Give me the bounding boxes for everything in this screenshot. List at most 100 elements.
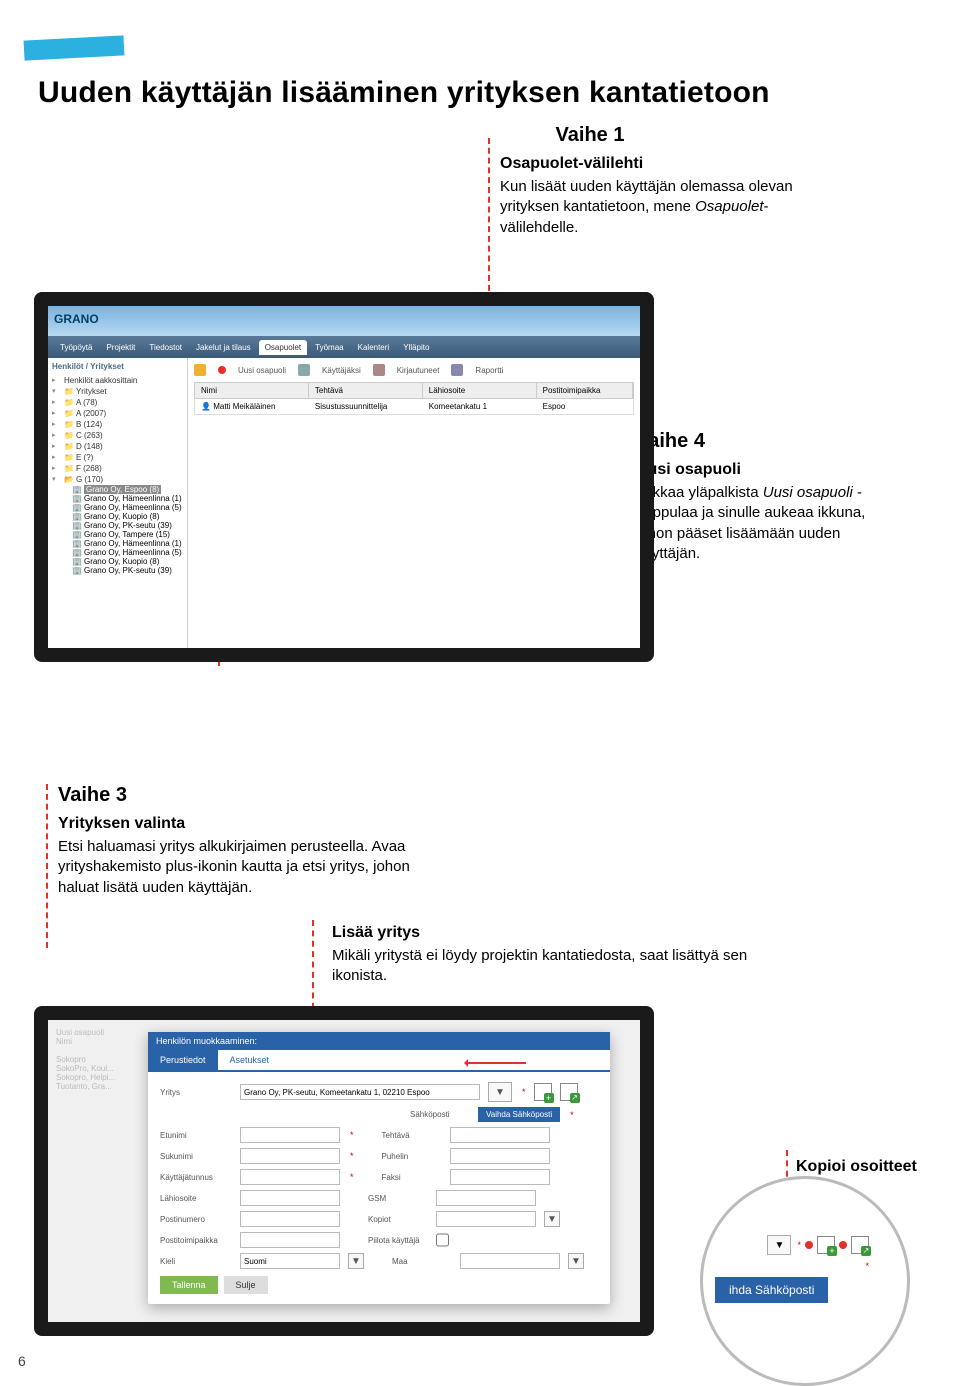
checkbox-piilota[interactable] (436, 1232, 449, 1248)
tree-letter[interactable]: 📁B (124) (52, 419, 183, 430)
input-yritys[interactable] (240, 1084, 480, 1100)
tab-asetukset[interactable]: Asetukset (218, 1050, 282, 1070)
required-star: * (865, 1261, 869, 1271)
change-email-button-zoom[interactable]: ihda Sähköposti (715, 1277, 828, 1303)
new-party-icon[interactable] (194, 364, 206, 376)
input-kayttajatunnus[interactable] (240, 1169, 340, 1185)
copy-address-icon[interactable] (851, 1236, 869, 1254)
tree-root[interactable]: 📁Yritykset (52, 386, 183, 397)
arrow-icon (466, 1062, 526, 1064)
input-kopiot[interactable] (436, 1211, 536, 1227)
input-sukunimi[interactable] (240, 1148, 340, 1164)
step4-heading: Uusi osapuoli (636, 461, 896, 479)
add-company-icon[interactable] (534, 1083, 552, 1101)
input-kieli[interactable] (240, 1253, 340, 1269)
nav-tab[interactable]: Työpöytä (54, 340, 98, 355)
tab-perustiedot[interactable]: Perustiedot (148, 1050, 218, 1070)
nav-bar: Työpöytä Projektit Tiedostot Jakelut ja … (48, 336, 640, 358)
tree-company[interactable]: 🏢Grano Oy, PK-seutu (39) (72, 521, 183, 530)
tree-company[interactable]: 🏢Grano Oy, PK-seutu (39) (72, 566, 183, 575)
save-button[interactable]: Tallenna (160, 1276, 218, 1294)
label-faksi: Faksi (382, 1173, 442, 1182)
grid-row[interactable]: 👤 Matti Meikäläinen Sisustussuunnittelij… (194, 399, 634, 415)
label-piilota: Piilota käyttäjä (368, 1236, 428, 1245)
label-kayttajatunnus: Käyttäjätunnus (160, 1173, 232, 1182)
modal-body: Yritys ▼ * Sähköposti Vaihda Sähköposti … (148, 1072, 610, 1284)
nav-tab[interactable]: Kalenteri (352, 340, 396, 355)
callout-copy-addresses: Kopioi osoitteet (796, 1158, 946, 1176)
tree-children: 🏢Grano Oy, Espoo (8) 🏢Grano Oy, Hämeenli… (52, 485, 183, 575)
input-lahiosoite[interactable] (240, 1190, 340, 1206)
tree-letter[interactable]: 📁A (2007) (52, 408, 183, 419)
close-button[interactable]: Sulje (224, 1276, 268, 1294)
page-number: 6 (18, 1353, 26, 1369)
label-puhelin: Puhelin (382, 1152, 442, 1161)
input-tehtava[interactable] (450, 1127, 550, 1143)
tree-letter[interactable]: 📁F (268) (52, 463, 183, 474)
input-puhelin[interactable] (450, 1148, 550, 1164)
accent-bar (24, 35, 125, 60)
toolbar-icon[interactable] (451, 364, 463, 376)
nav-tab[interactable]: Työmaa (309, 340, 349, 355)
label-maa: Maa (392, 1257, 452, 1266)
toolbar-icon[interactable] (373, 364, 385, 376)
change-email-button[interactable]: Vaihda Sähköposti (478, 1107, 560, 1122)
step1-label: Vaihe 1 (350, 124, 830, 147)
dropdown-icon[interactable]: ▼ (568, 1253, 584, 1269)
label-kieli: Kieli (160, 1257, 232, 1266)
tree-letter[interactable]: 📁E (?) (52, 452, 183, 463)
nav-tab[interactable]: Projektit (100, 340, 141, 355)
tree-link[interactable]: Henkilöt aakkosittain (52, 375, 183, 386)
modal-tabs: Perustiedot Asetukset (148, 1050, 610, 1072)
tree-company[interactable]: 🏢Grano Oy, Hämeenlinna (5) (72, 548, 183, 557)
add-company-heading: Lisää yritys (332, 924, 792, 942)
toolbar-item[interactable]: Kirjautuneet (397, 366, 440, 375)
label-lahiosoite: Lähiosoite (160, 1194, 232, 1203)
company-tree-panel: Henkilöt / Yritykset Henkilöt aakkositta… (48, 358, 188, 648)
input-faksi[interactable] (450, 1169, 550, 1185)
required-star: * (797, 1240, 801, 1250)
toolbar-item[interactable]: Uusi osapuoli (238, 366, 286, 375)
tree-company[interactable]: 🏢Grano Oy, Tampere (15) (72, 530, 183, 539)
toolbar-item[interactable]: Käyttäjäksi (322, 366, 361, 375)
dashed-connector (46, 784, 48, 948)
app-header: GRANO (48, 306, 640, 336)
input-postinumero[interactable] (240, 1211, 340, 1227)
add-company-icon[interactable] (817, 1236, 835, 1254)
add-company-body: Mikäli yritystä ei löydy projektin kanta… (332, 946, 792, 987)
nav-tab[interactable]: Tiedostot (143, 340, 188, 355)
tree-company[interactable]: 🏢Grano Oy, Hämeenlinna (1) (72, 539, 183, 548)
dropdown-icon[interactable]: ▼ (488, 1082, 512, 1102)
input-postitoimipaikka[interactable] (240, 1232, 340, 1248)
nav-tab[interactable]: Jakelut ja tilaus (190, 340, 257, 355)
label-gsm: GSM (368, 1194, 428, 1203)
step4-label: Vaihe 4 (636, 430, 896, 453)
marker-dot (839, 1241, 847, 1249)
tree-company[interactable]: 🏢Grano Oy, Kuopio (8) (72, 512, 183, 521)
input-etunimi[interactable] (240, 1127, 340, 1143)
nav-tab[interactable]: Ylläpito (397, 340, 435, 355)
tree-company[interactable]: 🏢Grano Oy, Kuopio (8) (72, 557, 183, 566)
toolbar-icon[interactable] (298, 364, 310, 376)
screenshot-2: Uusi osapuoli Nimi Sokopro SokoPro, Koul… (48, 1020, 640, 1322)
callout-step-4: Vaihe 4 Uusi osapuoli Klikkaa yläpalkist… (636, 430, 896, 564)
input-maa[interactable] (460, 1253, 560, 1269)
tree-letter[interactable]: 📁A (78) (52, 397, 183, 408)
toolbar-item[interactable]: Raportti (475, 366, 503, 375)
tree-letter[interactable]: 📁D (148) (52, 441, 183, 452)
screenshot-2-frame: Uusi osapuoli Nimi Sokopro SokoPro, Koul… (34, 1006, 654, 1336)
dropdown-icon[interactable]: ▼ (767, 1235, 791, 1255)
dropdown-icon[interactable]: ▼ (348, 1253, 364, 1269)
tree-company[interactable]: 🏢Grano Oy, Espoo (8) (72, 485, 183, 494)
tree-company[interactable]: 🏢Grano Oy, Hämeenlinna (1) (72, 494, 183, 503)
label-yritys: Yritys (160, 1088, 232, 1097)
dropdown-icon[interactable]: ▼ (544, 1211, 560, 1227)
input-gsm[interactable] (436, 1190, 536, 1206)
tree-letter-open[interactable]: 📂G (170) (52, 474, 183, 485)
nav-tab-osapuolet[interactable]: Osapuolet (259, 340, 307, 355)
tree-letter[interactable]: 📁C (263) (52, 430, 183, 441)
copy-address-icon[interactable] (560, 1083, 578, 1101)
tree-company[interactable]: 🏢Grano Oy, Hämeenlinna (5) (72, 503, 183, 512)
step3-heading: Yrityksen valinta (58, 815, 438, 833)
callout-add-company: Lisää yritys Mikäli yritystä ei löydy pr… (332, 924, 792, 987)
